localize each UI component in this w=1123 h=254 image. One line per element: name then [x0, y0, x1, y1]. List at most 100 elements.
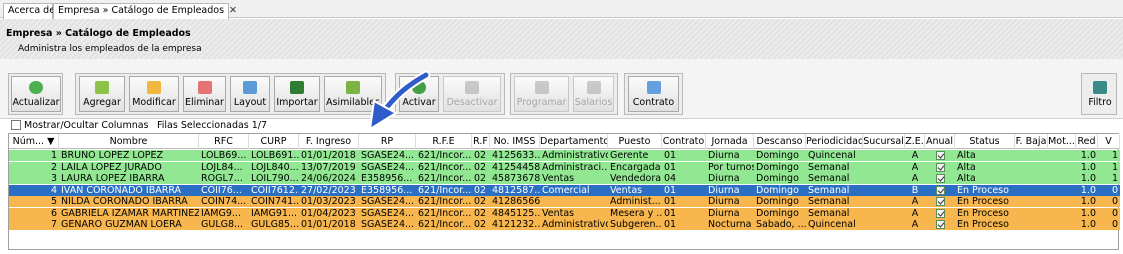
cell-anual [925, 185, 955, 196]
checkbox-icon[interactable] [935, 185, 945, 195]
actualizar-button[interactable]: Actualizar [11, 76, 61, 112]
cell-rp: SGASE24... [361, 161, 415, 173]
column-header-v[interactable]: V [1098, 134, 1120, 149]
cell-rf: 02 [474, 207, 487, 219]
tab-acerca-de[interactable]: Acerca de [3, 3, 56, 19]
cell-red: 1.0 [1080, 196, 1096, 207]
column-header-nombre[interactable]: Nombre [59, 134, 199, 149]
cell-baja [1015, 219, 1048, 230]
cell-curp: GULG85... [251, 219, 299, 230]
column-header-imss[interactable]: No. IMSS [490, 134, 540, 149]
cell-rfc: LOLB69... [201, 150, 247, 161]
table-row[interactable]: 2 LAILA LOPEZ JURADO LOJL84... LOJL840... 13… [9, 161, 1120, 173]
importar-button[interactable]: Importar [274, 76, 320, 112]
table-row[interactable]: 1 BRUNO LOPEZ LOPEZ LOLB69... LOLB691... 01/… [9, 150, 1120, 161]
table-row[interactable]: 6 GABRIELA IZAMAR MARTINEZ IAMG9... IAMG91.… [9, 207, 1120, 219]
cell-puesto: Administ... [610, 196, 661, 207]
column-header-rf[interactable]: R.F [472, 134, 490, 149]
table-row[interactable]: 7 GENARO GUZMAN LOERA GULG8... GULG85... 01/… [9, 219, 1120, 230]
cell-contrato: 01 [664, 184, 677, 196]
cell-rfe: 621/Incor... [418, 161, 472, 173]
cell-imss: 4812587... [492, 184, 540, 196]
column-header-descanso[interactable]: Descanso [754, 134, 806, 149]
salarios-button[interactable]: Salarios [573, 76, 614, 112]
programar-label: Programar [516, 97, 567, 108]
actualizar-label: Actualizar [12, 97, 60, 108]
column-header-periodicidad[interactable]: Periodicidad [806, 134, 863, 149]
cell-rfe: 621/Incor... [418, 173, 472, 184]
cell-rfc: COII76... [201, 184, 242, 196]
table-row[interactable]: 4 IVAN CORONADO IBARRA COII76... COII7612..… [9, 184, 1120, 196]
cell-jornada: Diurna [708, 150, 740, 161]
column-header-rfc[interactable]: RFC [199, 134, 249, 149]
column-header-curp[interactable]: CURP [249, 134, 299, 149]
close-icon[interactable]: ✕ [229, 5, 237, 16]
cell-sucursal [863, 185, 905, 196]
tab-label: Acerca de [8, 5, 56, 16]
cell-periodicidad: Semanal [808, 173, 850, 184]
column-header-contrato[interactable]: Contrato [662, 134, 706, 149]
mostrar-columnas-toggle[interactable]: Mostrar/Ocultar Columnas [11, 120, 149, 131]
column-header-rfe[interactable]: R.F.E [416, 134, 472, 149]
cell-imss: 45873678 [492, 173, 540, 184]
cell-status: En Proceso [957, 207, 1009, 219]
tab-catalogo-empleados[interactable]: Empresa » Catálogo de Empleados ✕ [53, 3, 237, 19]
cell-ze: A [911, 219, 919, 230]
checkbox-icon[interactable] [935, 220, 945, 229]
cell-descanso: Domingo [756, 207, 799, 219]
cell-ze: A [911, 207, 919, 219]
checkbox-icon [11, 120, 21, 130]
column-header-num[interactable]: Núm... ▼ [9, 134, 59, 149]
contrato-button[interactable]: Contrato [628, 76, 679, 112]
cell-num: 6 [50, 207, 57, 219]
cell-jornada: Diurna [708, 196, 740, 207]
desactivar-button[interactable]: Desactivar [443, 76, 501, 112]
cell-red: 1.0 [1080, 207, 1096, 219]
cell-status: Alta [957, 161, 976, 173]
cell-red: 1.0 [1080, 150, 1096, 161]
column-header-red[interactable]: Red [1076, 134, 1098, 149]
cell-contrato: 01 [664, 196, 677, 207]
column-header-ze[interactable]: Z.E. [905, 134, 925, 149]
import-excel-icon [290, 81, 304, 94]
eliminar-button[interactable]: Eliminar [183, 76, 226, 112]
modificar-button[interactable]: Modificar [129, 76, 179, 112]
column-header-depto[interactable]: Departamento [540, 134, 608, 149]
cell-mot [1048, 162, 1076, 173]
layout-button[interactable]: Layout [230, 76, 270, 112]
column-header-status[interactable]: Status [955, 134, 1015, 149]
table-row[interactable]: 5 NILDA CORONADO IBARRA COIN74... COIN741..… [9, 196, 1120, 207]
checkbox-icon[interactable] [935, 162, 945, 172]
checkbox-icon[interactable] [935, 151, 945, 160]
add-icon [95, 81, 109, 94]
checkbox-icon[interactable] [935, 208, 945, 218]
cell-imss: 412544584 [492, 161, 540, 173]
programar-button[interactable]: Programar [514, 76, 569, 112]
cell-mot [1048, 219, 1076, 230]
cell-jornada: Diurna [708, 184, 740, 196]
filtro-button[interactable]: Filtro [1085, 76, 1115, 112]
cell-curp: COII7612... [251, 184, 299, 196]
cell-rfe: 621/Incor... [418, 219, 472, 230]
column-header-puesto[interactable]: Puesto [608, 134, 662, 149]
cell-anual [925, 219, 955, 230]
column-header-baja[interactable]: F. Baja [1015, 134, 1048, 149]
checkbox-icon[interactable] [935, 197, 945, 206]
checkbox-icon[interactable] [935, 174, 945, 183]
cell-imss: 4845125... [492, 207, 540, 219]
column-header-jornada[interactable]: Jornada [706, 134, 754, 149]
column-header-mot[interactable]: Mot... [1048, 134, 1076, 149]
cell-nombre: LAURA LOPEZ IBARRA [61, 173, 165, 184]
agregar-button[interactable]: Agregar [79, 76, 125, 112]
column-header-ingreso[interactable]: F. Ingreso [299, 134, 359, 149]
column-header-sucursal[interactable]: Sucursal [863, 134, 905, 149]
table-row[interactable]: 3 LAURA LOPEZ IBARRA ROGL7... LOIL790... 24/… [9, 173, 1120, 184]
cell-sucursal [863, 162, 905, 173]
cell-sucursal [863, 196, 905, 207]
desactivar-label: Desactivar [446, 97, 498, 108]
cell-red: 1.0 [1080, 173, 1096, 184]
cell-curp: LOLB691... [251, 150, 299, 161]
asimilables-icon [346, 81, 360, 94]
column-header-rp[interactable]: RP [359, 134, 416, 149]
column-header-anual[interactable]: Anual [925, 134, 955, 149]
